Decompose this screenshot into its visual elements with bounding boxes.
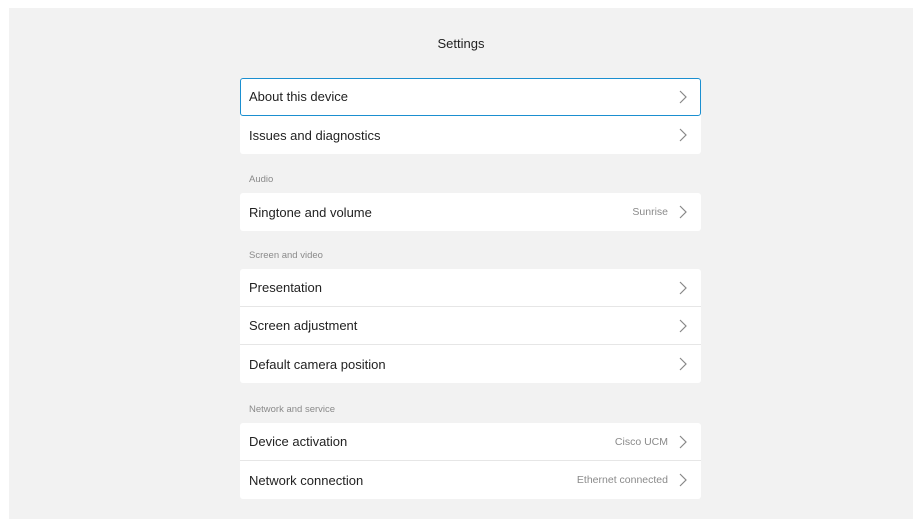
chevron-right-icon [678,205,688,219]
chevron-right-icon [678,128,688,142]
network-connection-value: Ethernet connected [576,474,668,486]
ringtone-volume-row[interactable]: Ringtone and volume Sunrise [240,193,701,231]
row-label: Presentation [249,280,322,295]
row-label: Screen adjustment [249,318,358,333]
chevron-right-icon [678,90,688,104]
audio-section-label: Audio [249,174,274,185]
row-label: Issues and diagnostics [249,127,381,143]
chevron-right-icon [678,473,688,487]
row-label: Default camera position [249,356,386,372]
issues-diagnostics-row[interactable]: Issues and diagnostics [240,116,701,154]
presentation-row[interactable]: Presentation [240,269,701,307]
screen-video-section-label: Screen and video [249,250,323,261]
chevron-right-icon [678,357,688,371]
about-device-row[interactable]: About this device [240,78,701,116]
audio-group: Ringtone and volume Sunrise [240,193,701,231]
row-label: Device activation [249,434,348,449]
device-activation-row[interactable]: Device activation Cisco UCM [240,423,701,461]
row-label: About this device [249,89,349,104]
network-service-section-label: Network and service [249,404,336,415]
settings-panel: Settings About this device Issues and di… [9,8,913,519]
screen-video-group: Presentation Screen adjustment Default c… [240,269,701,383]
general-group: About this device Issues and diagnostics [240,78,701,154]
network-service-group: Device activation Cisco UCM Network conn… [240,423,701,499]
network-connection-row[interactable]: Network connection Ethernet connected [240,461,701,499]
page-title: Settings [437,36,485,51]
device-activation-value: Cisco UCM [614,435,668,448]
chevron-right-icon [678,319,688,333]
row-label: Ringtone and volume [249,204,372,220]
ringtone-value: Sunrise [632,206,668,218]
chevron-right-icon [678,435,688,449]
screen-adjustment-row[interactable]: Screen adjustment [240,307,701,345]
row-label: Network connection [249,472,364,488]
chevron-right-icon [678,281,688,295]
default-camera-position-row[interactable]: Default camera position [240,345,701,383]
